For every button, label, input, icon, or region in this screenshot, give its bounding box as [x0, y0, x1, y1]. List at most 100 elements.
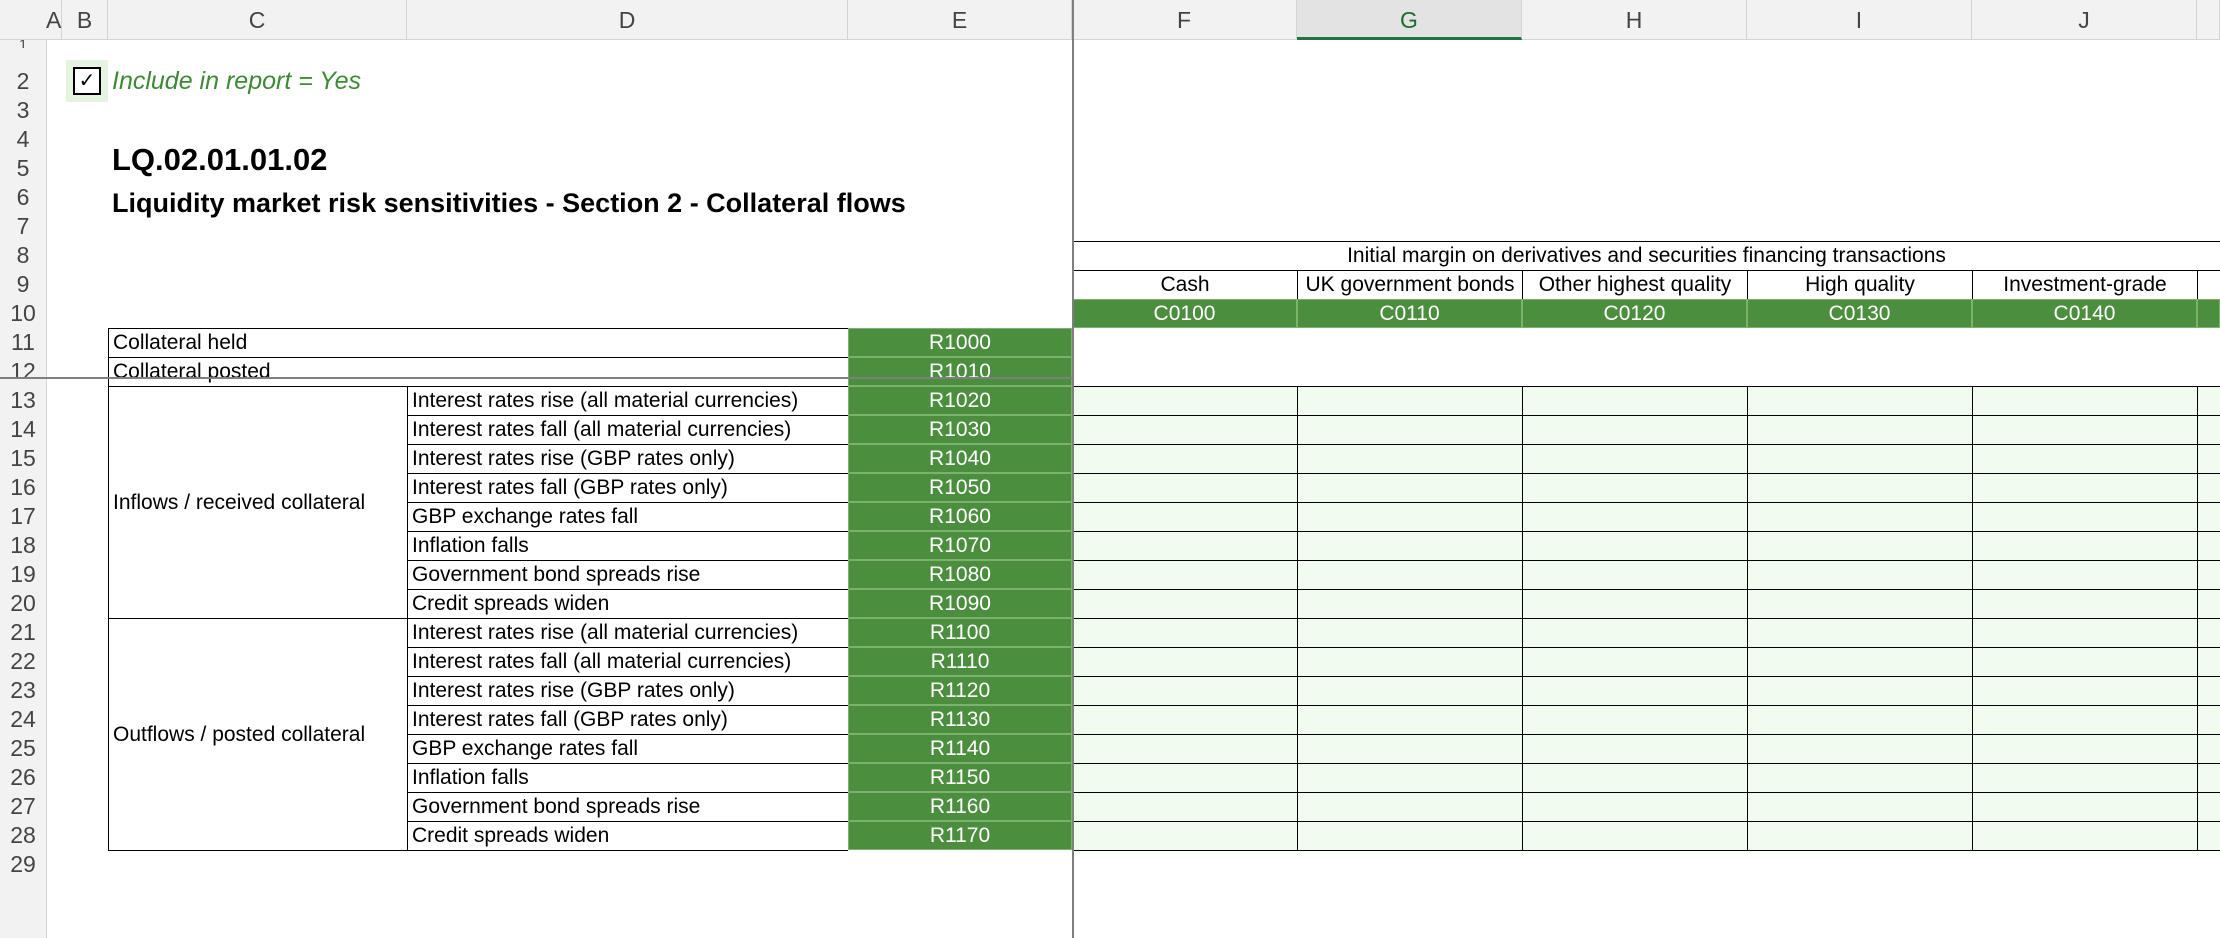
row-header-4[interactable]: 4	[0, 125, 46, 154]
input-cell[interactable]	[1747, 531, 1972, 560]
input-cell[interactable]	[1072, 705, 1297, 734]
input-cell[interactable]	[1972, 386, 2197, 415]
input-cell[interactable]	[1747, 705, 1972, 734]
row-header-29[interactable]: 29	[0, 850, 46, 879]
input-cell[interactable]	[1072, 676, 1297, 705]
input-cell[interactable]	[1747, 502, 1972, 531]
input-cell-partial[interactable]	[2197, 386, 2220, 415]
input-cell[interactable]	[1972, 734, 2197, 763]
input-cell-partial[interactable]	[2197, 734, 2220, 763]
input-cell[interactable]	[1072, 444, 1297, 473]
input-cell[interactable]	[1297, 531, 1522, 560]
column-header-c[interactable]: C	[108, 0, 407, 40]
row-header-18[interactable]: 18	[0, 531, 46, 560]
input-cell[interactable]	[1297, 734, 1522, 763]
input-cell[interactable]	[1522, 618, 1747, 647]
input-cell-partial[interactable]	[2197, 531, 2220, 560]
input-cell[interactable]	[1747, 647, 1972, 676]
input-cell[interactable]	[1072, 821, 1297, 850]
input-cell-partial[interactable]	[2197, 589, 2220, 618]
input-cell-partial[interactable]	[2197, 502, 2220, 531]
input-cell[interactable]	[1297, 618, 1522, 647]
input-cell[interactable]	[1972, 473, 2197, 502]
row-header-25[interactable]: 25	[0, 734, 46, 763]
row-header-6[interactable]: 6	[0, 183, 46, 212]
input-cell[interactable]	[1747, 473, 1972, 502]
input-cell[interactable]	[1747, 763, 1972, 792]
row-header-9[interactable]: 9	[0, 270, 46, 299]
input-cell[interactable]	[1747, 792, 1972, 821]
row-header-16[interactable]: 16	[0, 473, 46, 502]
row-header-12[interactable]: 12	[0, 357, 46, 386]
input-cell-partial[interactable]	[2197, 415, 2220, 444]
input-cell[interactable]	[1522, 821, 1747, 850]
input-cell[interactable]	[1072, 415, 1297, 444]
input-cell[interactable]	[1972, 415, 2197, 444]
input-cell[interactable]	[1972, 705, 2197, 734]
input-cell[interactable]	[1972, 618, 2197, 647]
row-header-13[interactable]: 13	[0, 386, 46, 415]
input-cell[interactable]	[1522, 415, 1747, 444]
row-header-3[interactable]: 3	[0, 96, 46, 125]
input-cell[interactable]	[1522, 386, 1747, 415]
input-cell-partial[interactable]	[2197, 821, 2220, 850]
input-cell[interactable]	[1522, 792, 1747, 821]
input-cell[interactable]	[1072, 531, 1297, 560]
input-cell[interactable]	[1972, 821, 2197, 850]
input-cell[interactable]	[1297, 705, 1522, 734]
column-header-h[interactable]: H	[1522, 0, 1747, 40]
input-cell[interactable]	[1297, 792, 1522, 821]
input-cell-partial[interactable]	[2197, 473, 2220, 502]
row-header-20[interactable]: 20	[0, 589, 46, 618]
input-cell[interactable]	[1972, 589, 2197, 618]
column-header-b[interactable]: B	[62, 0, 108, 40]
input-cell[interactable]	[1522, 531, 1747, 560]
input-cell[interactable]	[1072, 502, 1297, 531]
row-header-24[interactable]: 24	[0, 705, 46, 734]
input-cell-partial[interactable]	[2197, 676, 2220, 705]
row-header-10[interactable]: 10	[0, 299, 46, 328]
column-header-g[interactable]: G	[1297, 0, 1522, 40]
input-cell[interactable]	[1522, 676, 1747, 705]
input-cell[interactable]	[1522, 560, 1747, 589]
input-cell[interactable]	[1972, 792, 2197, 821]
row-header-28[interactable]: 28	[0, 821, 46, 850]
input-cell[interactable]	[1522, 589, 1747, 618]
input-cell[interactable]	[1297, 502, 1522, 531]
column-header-e[interactable]: E	[848, 0, 1072, 40]
column-header-i[interactable]: I	[1747, 0, 1972, 40]
input-cell[interactable]	[1297, 647, 1522, 676]
row-header-26[interactable]: 26	[0, 763, 46, 792]
row-header-23[interactable]: 23	[0, 676, 46, 705]
input-cell[interactable]	[1972, 444, 2197, 473]
input-cell[interactable]	[1747, 618, 1972, 647]
input-cell[interactable]	[1072, 763, 1297, 792]
input-cell[interactable]	[1972, 531, 2197, 560]
input-cell[interactable]	[1297, 444, 1522, 473]
input-cell[interactable]	[1072, 560, 1297, 589]
row-header-14[interactable]: 14	[0, 415, 46, 444]
row-header-15[interactable]: 15	[0, 444, 46, 473]
input-cell[interactable]	[1297, 821, 1522, 850]
input-cell[interactable]	[1747, 734, 1972, 763]
input-cell[interactable]	[1072, 473, 1297, 502]
row-header-21[interactable]: 21	[0, 618, 46, 647]
input-cell[interactable]	[1522, 444, 1747, 473]
input-cell[interactable]	[1747, 821, 1972, 850]
input-cell[interactable]	[1297, 473, 1522, 502]
input-cell[interactable]	[1747, 589, 1972, 618]
input-cell[interactable]	[1072, 734, 1297, 763]
input-cell[interactable]	[1297, 415, 1522, 444]
input-cell[interactable]	[1747, 415, 1972, 444]
input-cell[interactable]	[1072, 589, 1297, 618]
input-cell[interactable]	[1972, 763, 2197, 792]
input-cell[interactable]	[1297, 676, 1522, 705]
input-cell[interactable]	[1747, 444, 1972, 473]
input-cell[interactable]	[1972, 647, 2197, 676]
input-cell-partial[interactable]	[2197, 763, 2220, 792]
input-cell[interactable]	[1747, 386, 1972, 415]
row-header-8[interactable]: 8	[0, 241, 46, 270]
include-checkbox[interactable]: ✓	[66, 60, 108, 102]
input-cell[interactable]	[1522, 705, 1747, 734]
input-cell[interactable]	[1522, 473, 1747, 502]
